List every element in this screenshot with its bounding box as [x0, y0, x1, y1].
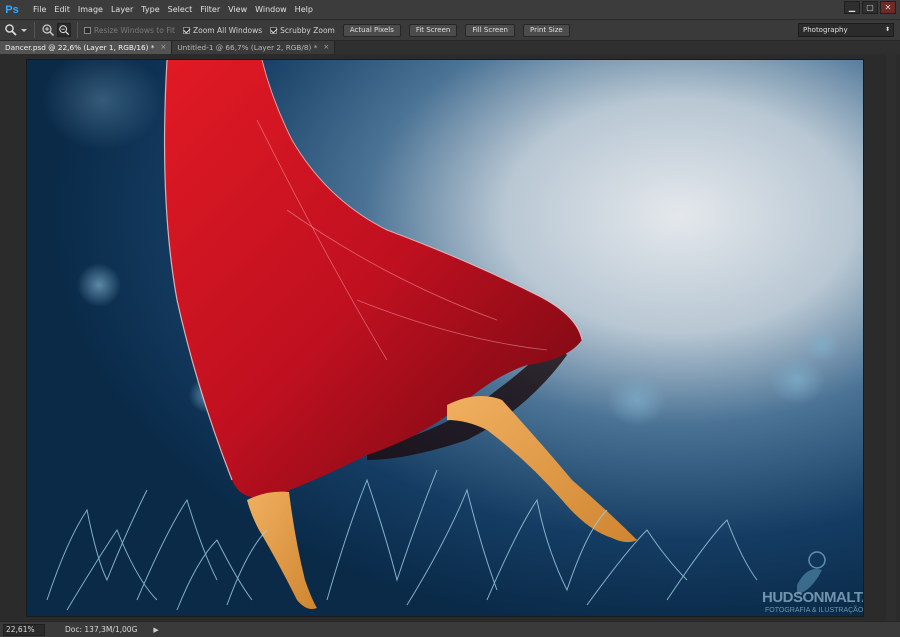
maximize-button[interactable]: ▢: [862, 1, 878, 14]
menu-bar: Ps File Edit Image Layer Type Select Fil…: [0, 0, 900, 19]
watermark-name: HUDSONMALTA: [762, 589, 863, 606]
menu-layer[interactable]: Layer: [107, 0, 137, 19]
tab-label: Untitled-1 @ 66,7% (Layer 2, RGB/8) *: [177, 43, 318, 52]
zoom-in-icon[interactable]: [41, 23, 55, 37]
scrubby-zoom-check[interactable]: [270, 26, 278, 34]
photoshop-logo: Ps: [5, 3, 19, 16]
scrubby-zoom-checkbox[interactable]: Scrubby Zoom: [270, 26, 335, 35]
minimize-button[interactable]: ▁: [844, 1, 860, 14]
zoom-all-windows-checkbox[interactable]: Zoom All Windows: [182, 25, 263, 35]
menu-image[interactable]: Image: [74, 0, 107, 19]
fit-screen-button[interactable]: Fit Screen: [408, 23, 458, 37]
close-button[interactable]: ✕: [880, 1, 896, 14]
menu-filter[interactable]: Filter: [196, 0, 224, 19]
menu-edit[interactable]: Edit: [50, 0, 74, 19]
updown-chevron-icon: ⬍: [884, 26, 890, 33]
document-tabs: Dancer.psd @ 22,6% (Layer 1, RGB/16) * ×…: [0, 41, 900, 54]
resize-windows-check[interactable]: [84, 26, 91, 34]
workspace-value: Photography: [803, 26, 848, 34]
workspace-select[interactable]: Photography ⬍: [798, 23, 894, 37]
zoom-all-windows-check[interactable]: [182, 26, 190, 34]
menu-view[interactable]: View: [224, 0, 251, 19]
zoom-tool-icon[interactable]: [4, 23, 18, 37]
options-bar: Resize Windows to Fit Zoom All Windows S…: [0, 19, 900, 41]
document-size-info: Doc: 137,3M/1,00G: [65, 625, 138, 634]
status-menu-arrow-icon[interactable]: ▶: [153, 626, 158, 634]
zoom-all-windows-label: Zoom All Windows: [192, 25, 263, 35]
document-canvas[interactable]: HUDSONMALTA FOTOGRAFIA & ILUSTRAÇÃO: [27, 60, 863, 616]
divider: [34, 22, 35, 38]
fill-screen-button[interactable]: Fill Screen: [465, 23, 515, 37]
print-size-button[interactable]: Print Size: [523, 23, 570, 37]
menu-select[interactable]: Select: [164, 0, 197, 19]
actual-pixels-button[interactable]: Actual Pixels: [342, 23, 401, 37]
window-controls: ▁ ▢ ✕: [844, 1, 896, 14]
vertical-scrollbar[interactable]: [886, 54, 896, 621]
divider: [77, 22, 78, 38]
watermark-tagline: FOTOGRAFIA & ILUSTRAÇÃO: [765, 605, 863, 614]
menu-window[interactable]: Window: [251, 0, 291, 19]
status-bar: 22,61% Doc: 137,3M/1,00G ▶: [0, 621, 900, 637]
resize-windows-checkbox[interactable]: Resize Windows to Fit: [84, 26, 175, 35]
tab-label: Dancer.psd @ 22,6% (Layer 1, RGB/16) *: [5, 43, 155, 52]
zoom-out-icon[interactable]: [57, 23, 71, 37]
tab-dancer[interactable]: Dancer.psd @ 22,6% (Layer 1, RGB/16) * ×: [0, 41, 173, 54]
menu-help[interactable]: Help: [291, 0, 317, 19]
scrubby-zoom-label: Scrubby Zoom: [280, 25, 335, 35]
canvas-area[interactable]: HUDSONMALTA FOTOGRAFIA & ILUSTRAÇÃO: [0, 54, 900, 621]
tab-untitled-1[interactable]: Untitled-1 @ 66,7% (Layer 2, RGB/8) * ×: [172, 41, 336, 54]
close-tab-icon[interactable]: ×: [323, 41, 329, 54]
menu-type[interactable]: Type: [137, 0, 163, 19]
zoom-level-field[interactable]: 22,61%: [3, 623, 45, 636]
close-tab-icon[interactable]: ×: [160, 41, 166, 54]
menu-file[interactable]: File: [29, 0, 50, 19]
dancer-illustration: HUDSONMALTA FOTOGRAFIA & ILUSTRAÇÃO: [27, 60, 863, 616]
resize-windows-label: Resize Windows to Fit: [94, 25, 175, 35]
tool-preset-chevron-down-icon[interactable]: [20, 23, 28, 37]
